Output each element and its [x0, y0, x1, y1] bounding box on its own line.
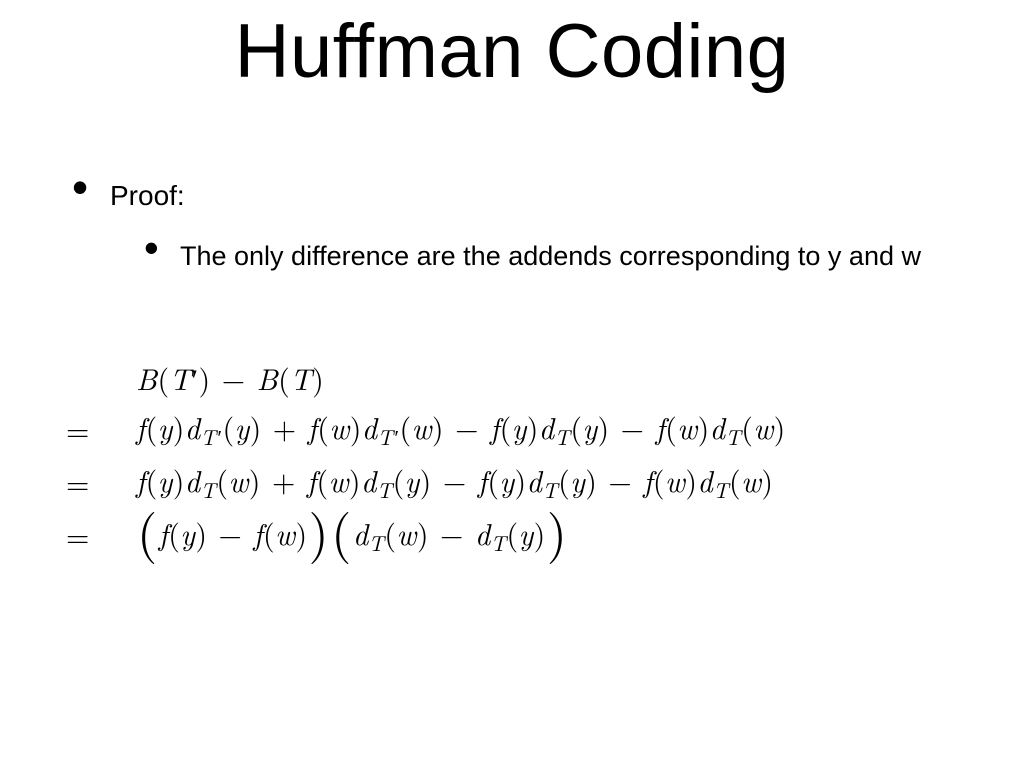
equation-line-1: B(T′) − B(T) [60, 356, 988, 399]
slide-title: Huffman Coding [0, 8, 1024, 95]
equation-line-4: = (f(y) − f(w))(dT(w) − dT(y)) [60, 511, 988, 558]
eq-expr-2: f(y)dT′(y) + f(w)dT′(w) − f(y)dT(y) − f(… [136, 405, 786, 452]
eq-expr-4: (f(y) − f(w))(dT(w) − dT(y)) [136, 511, 568, 558]
equation-line-2: = f(y)dT′(y) + f(w)dT′(w) − f(y)dT(y) − … [60, 405, 988, 452]
eq-lhs-2: = [66, 407, 89, 450]
bullet-proof-text: Proof: [110, 180, 185, 211]
eq-expr-1: B(T′) − B(T) [136, 356, 324, 399]
bullet-list-outer: Proof: The only difference are the adden… [72, 178, 964, 274]
eq-lhs-3: = [66, 460, 89, 503]
eq-lhs-4: = [66, 513, 89, 556]
equation-block: B(T′) − B(T) = f(y)dT′(y) + f(w)dT′(w) −… [60, 356, 988, 564]
bullet-detail-text: The only difference are the addends corr… [180, 241, 921, 271]
equation-line-3: = f(y)dT(w) + f(w)dT(y) − f(y)dT(y) − f(… [60, 458, 988, 505]
bullet-detail: The only difference are the addends corr… [144, 239, 964, 274]
eq-expr-3: f(y)dT(w) + f(w)dT(y) − f(y)dT(y) − f(w)… [136, 458, 773, 505]
bullet-proof: Proof: The only difference are the adden… [72, 178, 964, 274]
slide: Huffman Coding Proof: The only differenc… [0, 0, 1024, 768]
bullet-list-inner: The only difference are the addends corr… [110, 239, 964, 274]
slide-body: Proof: The only difference are the adden… [72, 178, 964, 274]
